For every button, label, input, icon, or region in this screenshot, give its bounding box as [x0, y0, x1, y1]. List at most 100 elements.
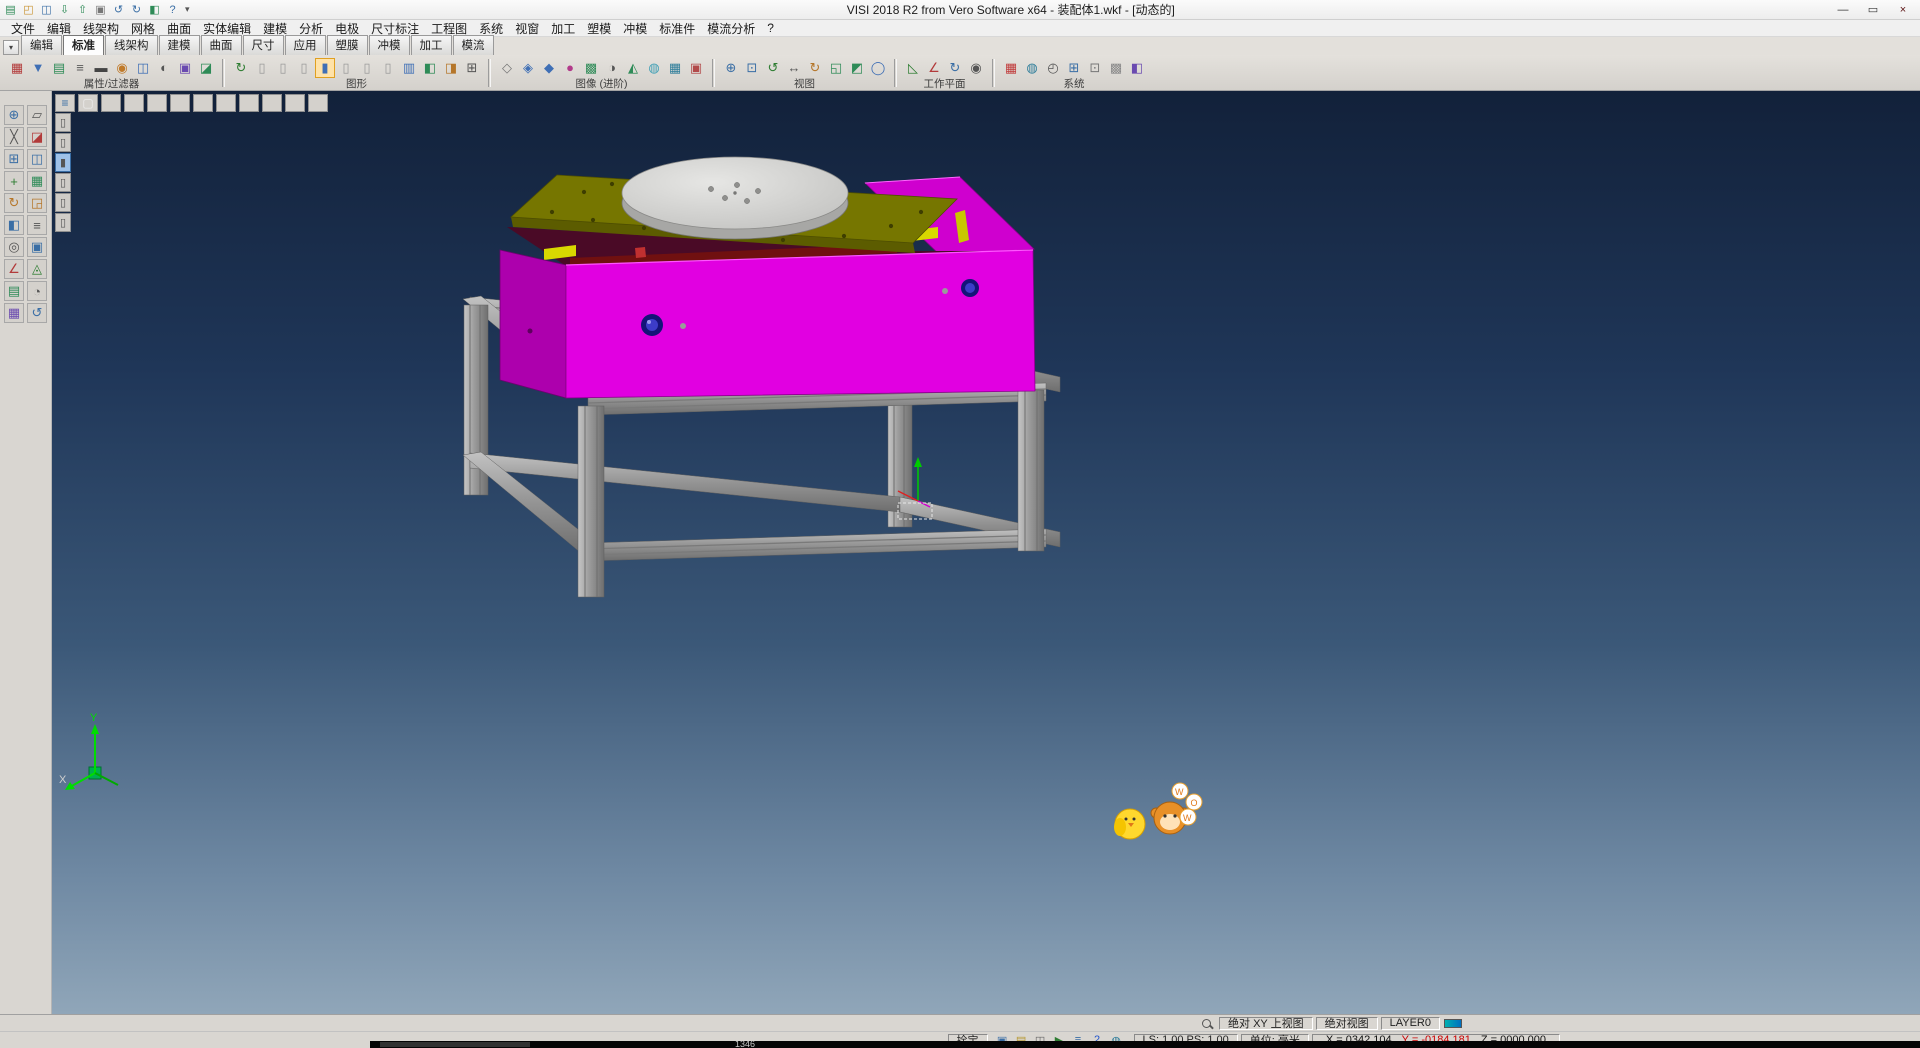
- match-properties-icon[interactable]: ◫: [133, 58, 153, 78]
- view-cube-left-icon[interactable]: [170, 94, 190, 112]
- menu-item[interactable]: 实体编辑: [197, 20, 257, 37]
- view-cube-top-icon[interactable]: [101, 94, 121, 112]
- ribbon-tab[interactable]: 编辑: [21, 35, 62, 55]
- menu-item[interactable]: 电极: [329, 20, 365, 37]
- box-front-wall[interactable]: [566, 250, 1035, 398]
- render-shadow-icon[interactable]: ◑: [602, 58, 622, 78]
- view-blank-icon[interactable]: ▢: [78, 94, 98, 112]
- frame-rail-front-shelf[interactable]: [588, 529, 1046, 561]
- align-icon[interactable]: ≡: [27, 215, 47, 235]
- close-button[interactable]: ×: [1888, 1, 1918, 18]
- menu-item[interactable]: 塑模: [581, 20, 617, 37]
- render-texture-icon[interactable]: ▩: [581, 58, 601, 78]
- zoom-select-icon[interactable]: ⊕: [4, 105, 24, 125]
- ribbon-tab[interactable]: 建模: [159, 35, 200, 55]
- rotate-entity-icon[interactable]: ↻: [4, 193, 24, 213]
- graphics-bar-icon-3[interactable]: ▯: [294, 58, 314, 78]
- redraw-icon[interactable]: ↻: [231, 58, 251, 78]
- quick-access-dropdown[interactable]: ▾: [181, 4, 194, 15]
- mirror-icon[interactable]: ◧: [4, 215, 24, 235]
- qat-open-icon[interactable]: ◰: [20, 2, 37, 18]
- workplane-rotate-icon[interactable]: ↻: [945, 58, 965, 78]
- graphics-bar-icon-5[interactable]: ▯: [357, 58, 377, 78]
- ribbon-tab[interactable]: 线架构: [105, 35, 158, 55]
- menu-item[interactable]: 系统: [473, 20, 509, 37]
- graphics-bar-icon-6[interactable]: ▯: [378, 58, 398, 78]
- graphics-list-icon[interactable]: ▥: [399, 58, 419, 78]
- view-mode-field[interactable]: 绝对 XY 上视图: [1219, 1017, 1313, 1030]
- layer-list-icon[interactable]: ▤: [4, 281, 24, 301]
- menu-item[interactable]: 建模: [257, 20, 293, 37]
- selection-filter-icon[interactable]: ▣: [175, 58, 195, 78]
- line-width-icon[interactable]: ▬: [91, 58, 111, 78]
- system-colors-icon[interactable]: ▦: [1001, 58, 1021, 78]
- system-options-icon[interactable]: ◴: [1043, 58, 1063, 78]
- sketch-icon[interactable]: ▱: [27, 105, 47, 125]
- pan-icon[interactable]: ↔: [784, 58, 804, 78]
- workplane-align-icon[interactable]: ∠: [924, 58, 944, 78]
- linetype-icon[interactable]: ≡: [70, 58, 90, 78]
- ribbon-tab[interactable]: 曲面: [201, 35, 242, 55]
- menu-item[interactable]: 尺寸标注: [365, 20, 425, 37]
- menu-item[interactable]: 编辑: [41, 20, 77, 37]
- visibility-filter-icon[interactable]: ◐: [154, 58, 174, 78]
- history-icon[interactable]: ↺: [27, 303, 47, 323]
- ribbon-tab[interactable]: 加工: [411, 35, 452, 55]
- layer-field[interactable]: LAYER0: [1381, 1017, 1440, 1030]
- view-cube-dynamic-icon[interactable]: [308, 94, 328, 112]
- view-cube-back-icon[interactable]: [193, 94, 213, 112]
- assembly-model[interactable]: [500, 157, 1035, 398]
- filter-slot-icon-6[interactable]: ▯: [55, 213, 71, 232]
- snap-icon[interactable]: ⊞: [4, 149, 24, 169]
- minimize-button[interactable]: —: [1828, 1, 1858, 18]
- menu-item[interactable]: 线架构: [77, 20, 125, 37]
- system-calculator-icon[interactable]: ⊡: [1085, 58, 1105, 78]
- menu-item[interactable]: 工程图: [425, 20, 473, 37]
- pattern-icon[interactable]: ▦: [27, 171, 47, 191]
- workplane-create-icon[interactable]: ◺: [903, 58, 923, 78]
- duplicate-icon[interactable]: ◫: [27, 149, 47, 169]
- render-hidden-line-icon[interactable]: ◈: [518, 58, 538, 78]
- render-wireframe-icon[interactable]: ◇: [497, 58, 517, 78]
- qat-help-icon[interactable]: ?: [164, 2, 181, 18]
- qat-print-icon[interactable]: ▣: [92, 2, 109, 18]
- view-cube-iso-icon[interactable]: [239, 94, 259, 112]
- render-snapshot-icon[interactable]: ▣: [686, 58, 706, 78]
- menu-item[interactable]: 曲面: [161, 20, 197, 37]
- tab-overflow-dropdown[interactable]: ▾: [3, 40, 19, 55]
- menu-item[interactable]: 冲模: [617, 20, 653, 37]
- maximize-button[interactable]: ▭: [1858, 1, 1888, 18]
- graphics-solid-icon[interactable]: ◧: [420, 58, 440, 78]
- layer-manager-icon[interactable]: ▤: [49, 58, 69, 78]
- explode-icon[interactable]: ◬: [27, 259, 47, 279]
- zoom-window-icon[interactable]: ⊡: [742, 58, 762, 78]
- menu-item[interactable]: 视窗: [509, 20, 545, 37]
- translate-icon[interactable]: +: [4, 171, 24, 191]
- inspect-icon[interactable]: ◔: [27, 281, 47, 301]
- qat-view-icon[interactable]: ◧: [146, 2, 163, 18]
- swatch-icon[interactable]: ▦: [4, 303, 24, 323]
- graphics-wire-icon[interactable]: ◨: [441, 58, 461, 78]
- menu-item[interactable]: 网格: [125, 20, 161, 37]
- view-refresh-icon[interactable]: ◯: [868, 58, 888, 78]
- trim-icon[interactable]: ╳: [4, 127, 24, 147]
- menu-item[interactable]: 加工: [545, 20, 581, 37]
- view-iso-icon[interactable]: ◩: [847, 58, 867, 78]
- view-front-icon[interactable]: ◱: [826, 58, 846, 78]
- ribbon-tab[interactable]: 尺寸: [243, 35, 284, 55]
- menu-item[interactable]: 模流分析: [701, 20, 761, 37]
- system-render-icon[interactable]: ◧: [1127, 58, 1147, 78]
- layer-color-chip[interactable]: [1444, 1019, 1462, 1028]
- scale-icon[interactable]: ◲: [27, 193, 47, 213]
- menu-item[interactable]: ?: [761, 21, 780, 35]
- qat-undo-icon[interactable]: ↺: [110, 2, 127, 18]
- taskbar-button[interactable]: [380, 1042, 530, 1047]
- render-background-icon[interactable]: ▦: [665, 58, 685, 78]
- filter-slot-icon-3[interactable]: ▮: [55, 153, 71, 172]
- graphics-settings-icon[interactable]: ⊞: [462, 58, 482, 78]
- menu-item[interactable]: 标准件: [653, 20, 701, 37]
- frame-leg-front-left[interactable]: [578, 406, 604, 597]
- attribute-filter-icon[interactable]: ▼: [28, 58, 48, 78]
- view-cube-front-icon[interactable]: [124, 94, 144, 112]
- ribbon-tab[interactable]: 应用: [285, 35, 326, 55]
